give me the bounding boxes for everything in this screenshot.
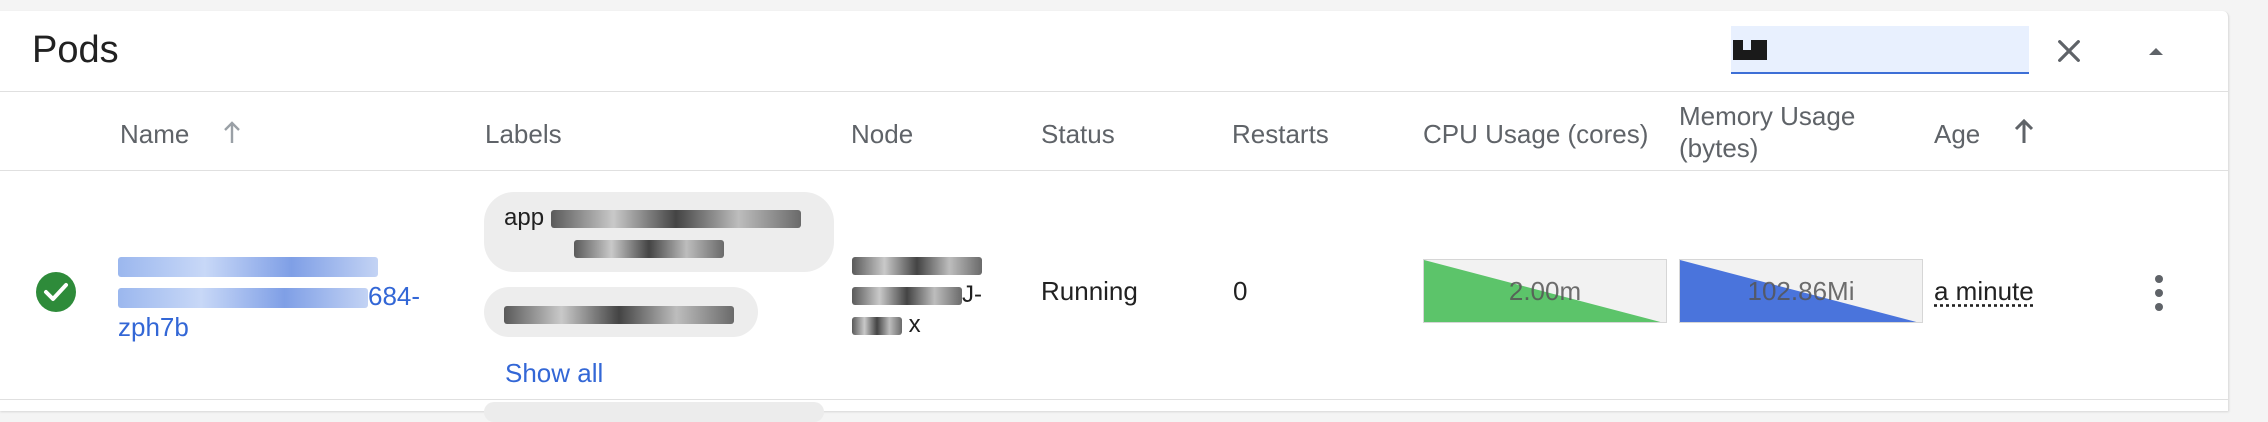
- redacted-text: [852, 317, 902, 335]
- filter-field[interactable]: [1731, 26, 2029, 74]
- redacted-text: [118, 257, 378, 277]
- arrow-up-icon: [2144, 39, 2168, 63]
- pod-restarts: 0: [1233, 276, 1247, 307]
- pod-age[interactable]: a minute: [1934, 276, 2034, 307]
- column-header-node: Node: [851, 118, 913, 150]
- row-actions-button[interactable]: [2134, 263, 2184, 323]
- column-header-age[interactable]: Age: [1934, 118, 1980, 150]
- label-chip: app: [484, 192, 834, 272]
- close-icon: [2053, 35, 2085, 67]
- column-header-labels: Labels: [485, 118, 562, 150]
- redacted-text: [504, 306, 734, 324]
- node-name[interactable]: J- x: [852, 250, 1002, 340]
- redacted-text: [852, 257, 982, 275]
- panel-header: Pods: [0, 11, 2228, 92]
- check-circle-icon: [35, 271, 77, 313]
- show-all-labels-link[interactable]: Show all: [505, 358, 603, 389]
- column-header-cpu: CPU Usage (cores): [1423, 118, 1648, 150]
- sort-arrow-up-icon[interactable]: [220, 120, 244, 146]
- column-header-memory: Memory Usage (bytes): [1679, 100, 1879, 164]
- filter-input[interactable]: [1731, 26, 2029, 72]
- collapse-panel-button[interactable]: [2129, 24, 2183, 78]
- pod-name-link[interactable]: 684- zph7b: [118, 250, 458, 343]
- table-header: Name Labels Node Status Restarts CPU Usa…: [0, 92, 2228, 171]
- redacted-text: [852, 287, 962, 305]
- sort-arrow-up-icon[interactable]: [2012, 118, 2036, 146]
- more-vert-icon: [2154, 274, 2164, 312]
- redacted-text: [551, 210, 801, 228]
- label-chip: [484, 402, 824, 422]
- redacted-text: [118, 288, 368, 308]
- pods-panel: Pods Name Labels Node Status Restarts CP…: [0, 11, 2229, 411]
- table-row: 684- zph7b app Show all J- x Running 0 2…: [0, 171, 2228, 400]
- panel-title: Pods: [32, 29, 119, 72]
- pod-status: Running: [1041, 276, 1138, 307]
- column-header-status: Status: [1041, 118, 1115, 150]
- column-header-restarts: Restarts: [1232, 118, 1329, 150]
- column-header-name[interactable]: Name: [120, 118, 189, 150]
- cpu-usage-value: 2.00m: [1424, 260, 1666, 322]
- memory-usage-sparkline: 102.86Mi: [1679, 259, 1923, 323]
- cpu-usage-sparkline: 2.00m: [1423, 259, 1667, 323]
- memory-usage-value: 102.86Mi: [1680, 260, 1922, 322]
- redacted-text: [574, 240, 724, 258]
- label-chip: [484, 287, 758, 337]
- clear-filter-button[interactable]: [2042, 24, 2096, 78]
